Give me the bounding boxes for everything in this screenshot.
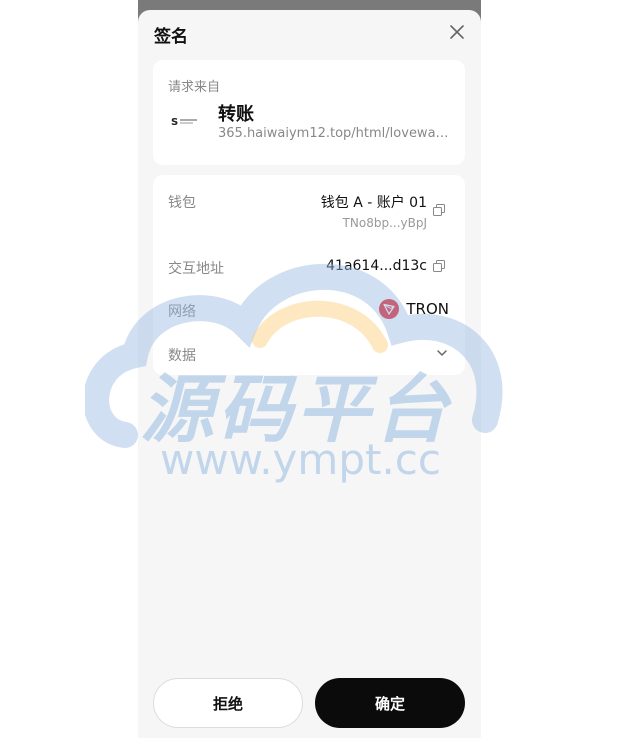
dapp-url: 365.haiwaiym12.top/html/lovewallet/index… <box>218 126 450 141</box>
confirm-button[interactable]: 确定 <box>315 678 465 728</box>
chevron-down-icon[interactable] <box>435 346 449 360</box>
copy-wallet-address-icon[interactable] <box>433 204 445 216</box>
sheet-title: 签名 <box>154 27 188 47</box>
network-label: 网络 <box>168 304 196 320</box>
contract-label: 交互地址 <box>168 261 224 277</box>
confirm-button-label: 确定 <box>374 694 405 713</box>
screen: 签名 请求来自 S 转账 365.haiwaiym12.top/html/lov… <box>0 0 619 750</box>
bottom-safe-area <box>138 738 481 750</box>
phone-frame: 签名 请求来自 S 转账 365.haiwaiym12.top/html/lov… <box>138 0 481 750</box>
wallet-address: TNo8bp...yBpJ <box>342 216 427 230</box>
request-source-card: 请求来自 S 转账 365.haiwaiym12.top/html/lovewa… <box>153 60 465 165</box>
request-source-label: 请求来自 <box>168 80 221 95</box>
tron-icon <box>379 299 400 319</box>
dapp-logo-icon: S <box>171 117 197 128</box>
copy-contract-address-icon[interactable] <box>433 260 445 272</box>
wallet-label: 钱包 <box>168 195 196 211</box>
reject-button-label: 拒绝 <box>212 694 243 713</box>
network-value: TRON <box>379 299 449 319</box>
reject-button[interactable]: 拒绝 <box>153 678 303 728</box>
close-icon[interactable] <box>447 22 467 42</box>
dapp-title: 转账 <box>218 104 254 125</box>
data-label: 数据 <box>168 348 196 364</box>
signature-sheet: 签名 请求来自 S 转账 365.haiwaiym12.top/html/lov… <box>138 10 481 750</box>
contract-address: 41a614...d13c <box>326 258 427 274</box>
network-name: TRON <box>406 300 449 318</box>
transaction-details-card: 钱包 钱包 A - 账户 01 TNo8bp...yBpJ 交互地址 41a61… <box>153 175 465 375</box>
svg-text:S: S <box>171 117 178 128</box>
wallet-name: 钱包 A - 账户 01 <box>320 195 427 211</box>
